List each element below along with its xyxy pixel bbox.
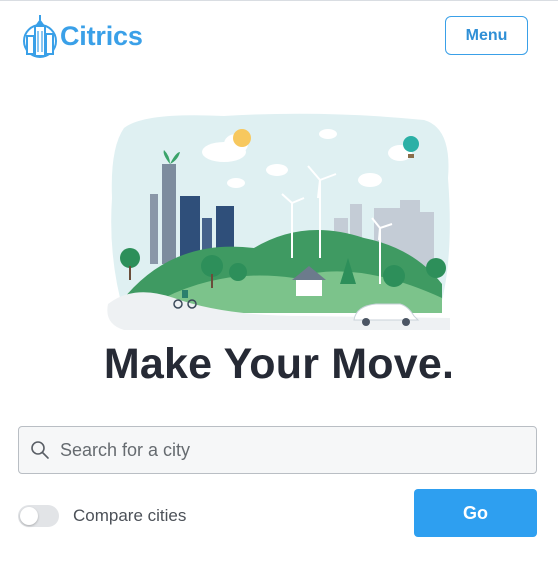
logo[interactable]: Citrics (22, 14, 143, 58)
menu-button[interactable]: Menu (445, 16, 528, 55)
city-skyline-illustration (107, 113, 450, 330)
logo-text: Citrics (60, 20, 143, 51)
city-building-icon (23, 15, 57, 58)
header: Citrics Menu (0, 0, 558, 72)
search-input[interactable] (58, 429, 502, 471)
compare-cities-toggle[interactable] (18, 505, 59, 527)
go-button[interactable]: Go (414, 489, 537, 537)
toggle-knob (20, 507, 38, 525)
compare-cities-label: Compare cities (73, 506, 187, 525)
search-icon (31, 441, 49, 459)
page-title: Make Your Move. (103, 340, 455, 388)
search-box[interactable] (18, 426, 537, 474)
